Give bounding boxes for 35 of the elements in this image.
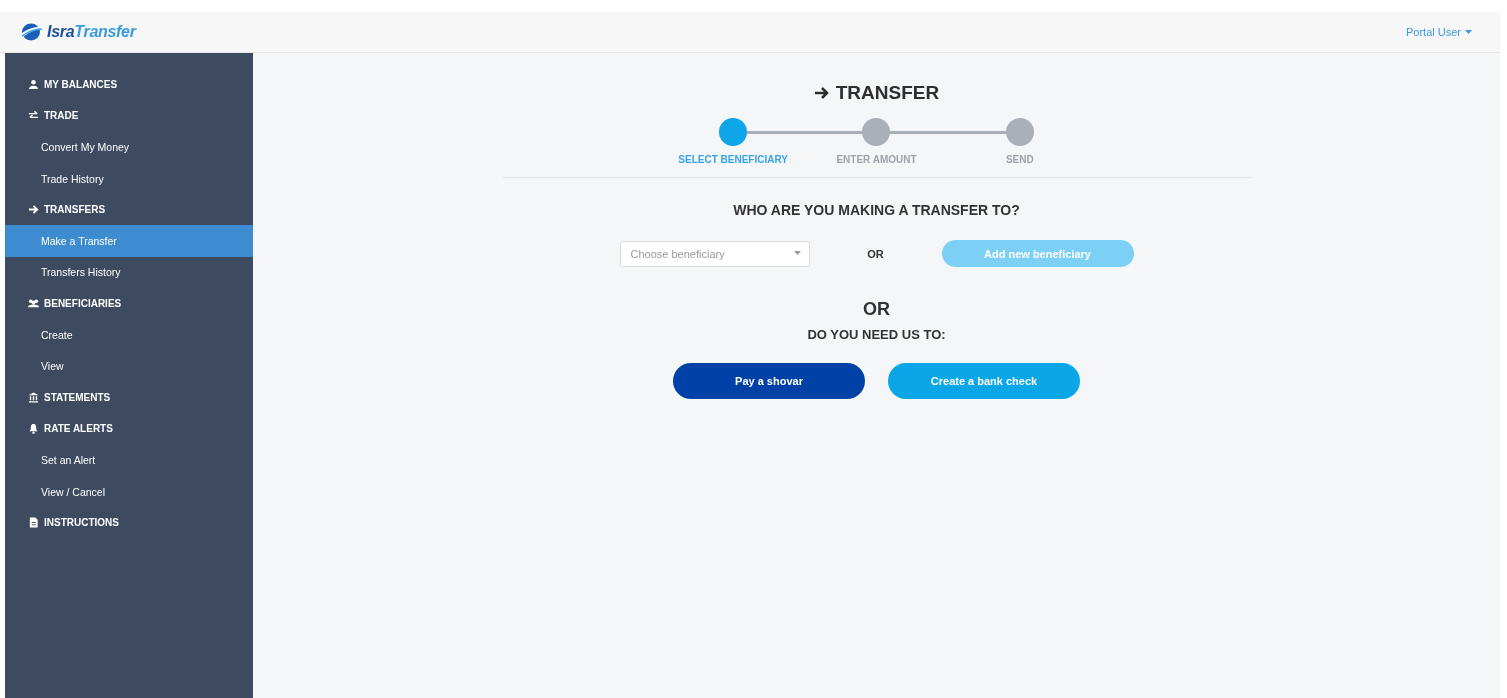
or-label: OR (866, 247, 885, 260)
sidebar-item[interactable]: View / Cancel (5, 475, 253, 508)
sidebar-item[interactable]: Convert My Money (5, 131, 253, 163)
group-icon (28, 298, 39, 310)
document-icon (28, 517, 39, 529)
page-title: TRANSFER (835, 82, 940, 104)
sidebar-item[interactable]: STATEMENTS (5, 381, 253, 414)
arrow-right-icon (813, 86, 830, 100)
sidebar-item[interactable]: MY BALANCES (5, 69, 253, 101)
bell-icon (28, 423, 39, 435)
or-heading: OR (863, 299, 890, 320)
sidebar-item[interactable]: TRADE (5, 100, 253, 132)
sidebar-item[interactable]: Transfers History (5, 256, 253, 289)
sidebar-item[interactable]: RATE ALERTS (5, 413, 253, 445)
person-icon (28, 79, 39, 91)
sidebar-item[interactable]: Set an Alert (5, 444, 253, 476)
step-label: SELECT BENEFICIARY (678, 154, 788, 165)
sidebar-item[interactable]: View (5, 350, 253, 382)
subquestion-heading: DO YOU NEED US TO: (807, 327, 946, 342)
globe-logo-icon (20, 22, 44, 42)
sidebar-item[interactable]: TRANSFERS (5, 194, 253, 226)
step-label: SEND (1005, 154, 1034, 165)
sidebar-item[interactable]: Make a Transfer (5, 225, 253, 257)
sidebar-item[interactable]: INSTRUCTIONS (5, 507, 253, 539)
sidebar-item[interactable]: Trade History (5, 162, 253, 195)
caret-icon (1465, 29, 1472, 35)
step-label: ENTER AMOUNT (836, 154, 917, 165)
question-heading: WHO ARE YOU MAKING A TRANSFER TO? (733, 202, 1020, 218)
sidebar-item[interactable]: BENEFICIARIES (5, 288, 253, 320)
logo-text[interactable]: IsraTransfer (47, 23, 136, 41)
bank-icon (28, 392, 39, 404)
caret-icon (793, 251, 801, 256)
arrow-right-icon (28, 204, 39, 216)
action-button[interactable]: Pay a shovar (673, 363, 865, 399)
sidebar-item[interactable]: Create (5, 319, 253, 351)
